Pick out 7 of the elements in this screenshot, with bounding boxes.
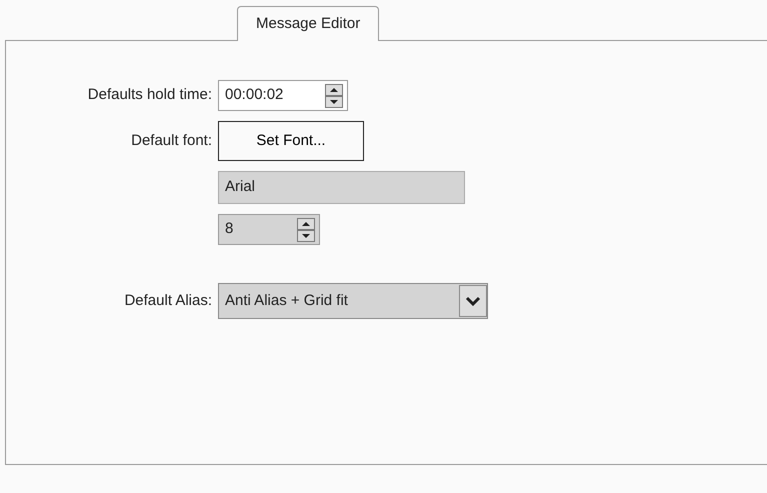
- field-label: Default font:: [131, 132, 212, 149]
- tab[interactable]: Message Editor: [237, 6, 380, 41]
- set-font-button[interactable]: Set Font...: [218, 121, 364, 161]
- field-label: Defaults hold time:: [88, 86, 212, 104]
- spinner-field[interactable]: 00:00:02: [218, 80, 348, 111]
- spinner-arrows-icon[interactable]: [325, 84, 343, 108]
- field-label: Default Alias:: [124, 292, 212, 309]
